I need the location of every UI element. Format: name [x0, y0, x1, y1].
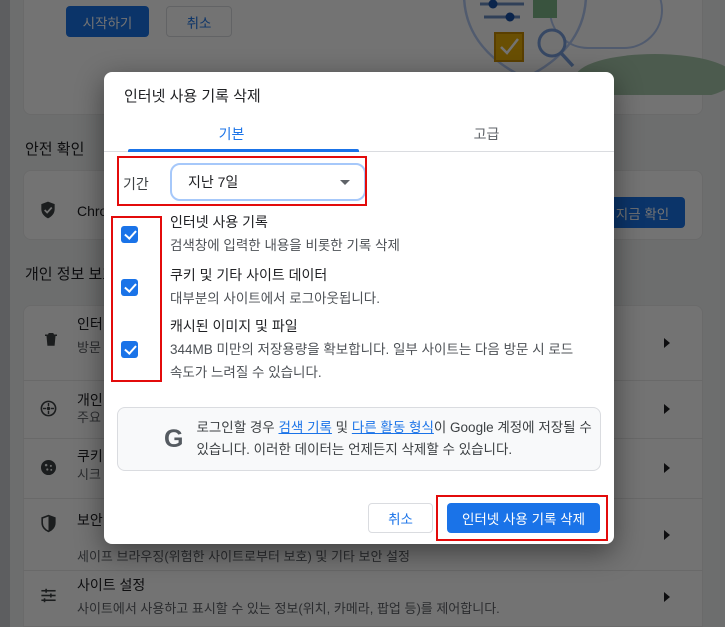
cached-files-checkbox[interactable] [121, 341, 138, 358]
checkbox-row-cached-files: 캐시된 이미지 및 파일 344MB 미만의 저장용량을 확보합니다. 일부 사… [121, 315, 586, 384]
checkbox-label: 쿠키 및 기타 사이트 데이터 [170, 267, 328, 283]
google-signin-note: G 로그인할 경우 검색 기록 및 다른 활동 형식이 Google 계정에 저… [117, 407, 601, 471]
dialog-tabs: 기본 고급 [104, 117, 614, 152]
chevron-down-icon [340, 179, 350, 185]
clear-browsing-data-dialog: 인터넷 사용 기록 삭제 기본 고급 기간 지난 7일 인터넷 사용 기록 검색… [104, 72, 614, 544]
chrome-settings-page: Chrome의 주요 개인 정보 보호 및 보안 제어 기능을 살펴봅 니다. … [0, 0, 725, 627]
checkbox-label: 캐시된 이미지 및 파일 [170, 318, 298, 334]
active-tab-underline [128, 149, 359, 152]
dialog-cancel-button[interactable]: 취소 [368, 503, 433, 533]
tab-basic[interactable]: 기본 [104, 117, 359, 151]
browsing-history-checkbox[interactable] [121, 225, 138, 243]
search-history-link[interactable]: 검색 기록 [278, 420, 331, 435]
tab-advanced[interactable]: 고급 [359, 117, 614, 151]
checkbox-row-browsing-history: 인터넷 사용 기록 검색창에 입력한 내용을 비롯한 기록 삭제 [121, 211, 586, 257]
time-range-label: 기간 [123, 176, 149, 192]
note-part1: 로그인할 경우 [196, 420, 279, 435]
checkbox-label: 인터넷 사용 기록 [170, 214, 268, 230]
checkbox-description: 대부분의 사이트에서 로그아웃됩니다. [170, 291, 380, 306]
checkbox-description: 검색창에 입력한 내용을 비롯한 기록 삭제 [170, 238, 400, 253]
other-activity-link[interactable]: 다른 활동 형식 [352, 420, 434, 435]
google-g-icon: G [164, 424, 184, 453]
signin-note-text: 로그인할 경우 검색 기록 및 다른 활동 형식이 Google 계정에 저장될… [196, 417, 596, 461]
checkbox-row-cookies: 쿠키 및 기타 사이트 데이터 대부분의 사이트에서 로그아웃됩니다. [121, 264, 586, 310]
checkbox-description: 344MB 미만의 저장용량을 확보합니다. 일부 사이트는 다음 방문 시 로… [170, 342, 574, 380]
time-range-select[interactable]: 지난 7일 [170, 163, 366, 201]
time-range-value: 지난 7일 [188, 174, 239, 190]
clear-data-confirm-button[interactable]: 인터넷 사용 기록 삭제 [447, 503, 600, 533]
dialog-title: 인터넷 사용 기록 삭제 [124, 88, 261, 105]
note-part2: 및 [331, 420, 352, 435]
cookies-checkbox[interactable] [121, 278, 138, 296]
